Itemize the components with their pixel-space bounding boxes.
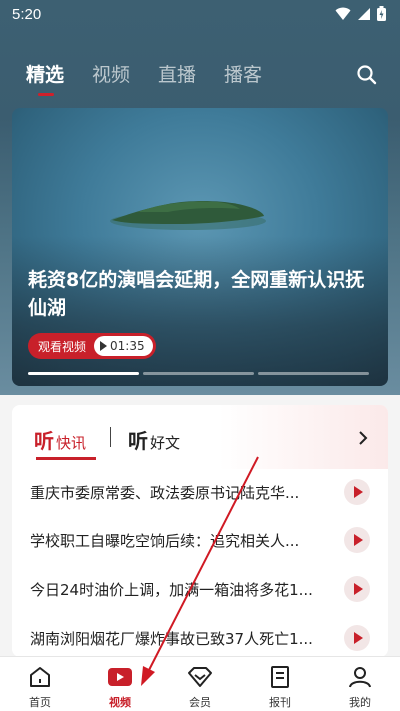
listen-panel-header: 听快讯 听好文 xyxy=(12,405,388,469)
play-icon[interactable] xyxy=(344,576,370,602)
carousel-dot xyxy=(28,372,139,375)
nav-newspaper-label: 报刊 xyxy=(269,696,291,709)
carousel-dot xyxy=(258,372,369,375)
tab-divider xyxy=(110,427,111,447)
nav-member-label: 会员 xyxy=(189,696,211,709)
search-icon[interactable] xyxy=(356,64,378,86)
video-icon xyxy=(108,668,132,686)
hero-title[interactable]: 耗资8亿的演唱会延期，全网重新认识抚仙湖 xyxy=(28,266,372,322)
carousel-indicator xyxy=(28,372,369,375)
chevron-right-icon[interactable] xyxy=(358,431,368,445)
tab-listen-articles[interactable]: 听好文 xyxy=(128,425,180,454)
hero-banner[interactable]: 耗资8亿的演唱会延期，全网重新认识抚仙湖 观看视频 01:35 xyxy=(12,108,388,386)
duration-text: 01:35 xyxy=(110,339,145,353)
tab-listen-news-small: 快讯 xyxy=(56,434,87,452)
list-item[interactable]: 湖南浏阳烟花厂爆炸事故已致37人死亡1... xyxy=(12,616,388,657)
list-item[interactable]: 今日24时油价上调，加满一箱油将多花1... xyxy=(12,567,388,613)
nav-profile[interactable]: 我的 xyxy=(320,657,400,711)
battery-icon xyxy=(377,6,386,21)
play-icon[interactable] xyxy=(344,527,370,553)
nav-member[interactable]: 会员 xyxy=(160,657,240,711)
news-headline: 今日24时油价上调，加满一箱油将多花1... xyxy=(30,581,313,599)
news-headline: 湖南浏阳烟花厂爆炸事故已致37人死亡1... xyxy=(30,630,313,648)
tab-featured[interactable]: 精选 xyxy=(26,60,64,96)
carousel-dot xyxy=(143,372,254,375)
duration-badge: 01:35 xyxy=(94,336,153,356)
list-item[interactable]: 学校职工自曝吃空饷后续：追究相关人... xyxy=(12,518,388,564)
member-icon xyxy=(188,667,212,687)
tab-podcast[interactable]: 播客 xyxy=(224,60,262,87)
nav-home[interactable]: 首页 xyxy=(0,657,80,711)
play-icon[interactable] xyxy=(344,625,370,651)
status-time: 5:20 xyxy=(12,6,42,23)
island-image xyxy=(110,201,266,230)
top-tabs: 精选 视频 直播 播客 xyxy=(26,60,262,96)
tab-listen-news[interactable]: 听快讯 xyxy=(34,425,97,460)
list-item[interactable]: 重庆市委原常委、政法委原书记陆克华... xyxy=(12,470,388,516)
tab-listen-articles-big: 听 xyxy=(128,429,148,453)
profile-icon xyxy=(349,667,371,688)
watch-video-label: 观看视频 xyxy=(38,339,87,354)
watch-video-button[interactable]: 观看视频 01:35 xyxy=(28,333,156,359)
nav-video-label: 视频 xyxy=(109,696,131,709)
wifi-icon xyxy=(335,7,351,20)
nav-profile-label: 我的 xyxy=(349,696,371,709)
tab-listen-articles-small: 好文 xyxy=(150,434,181,452)
nav-video[interactable]: 视频 xyxy=(80,657,160,711)
news-headline: 学校职工自曝吃空饷后续：追究相关人... xyxy=(30,532,300,550)
tab-video[interactable]: 视频 xyxy=(92,60,130,87)
newspaper-icon xyxy=(271,666,289,688)
bottom-nav: 首页 视频 会员 报刊 我的 xyxy=(0,656,400,711)
nav-home-label: 首页 xyxy=(29,696,51,709)
signal-icon xyxy=(358,7,370,20)
news-headline: 重庆市委原常委、政法委原书记陆克华... xyxy=(30,484,300,502)
home-icon xyxy=(30,667,50,687)
play-icon[interactable] xyxy=(344,479,370,505)
status-bar: 5:20 xyxy=(0,0,400,30)
listen-panel: 听快讯 听好文 重庆市委原常委、政法委原书记陆克华... 学校职工自曝吃空饷后续… xyxy=(12,405,388,657)
status-icons xyxy=(335,6,386,21)
play-icon xyxy=(100,341,108,351)
tab-live[interactable]: 直播 xyxy=(158,60,196,87)
tab-listen-news-big: 听 xyxy=(34,429,54,453)
nav-newspaper[interactable]: 报刊 xyxy=(240,657,320,711)
